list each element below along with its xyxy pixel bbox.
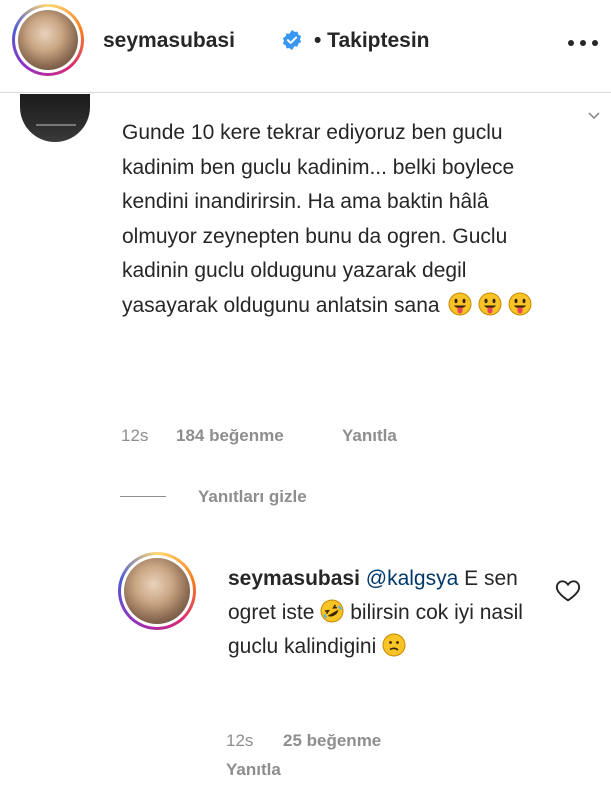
reply-text: seymasubasi @kalgsya E sen ogret iste bi… (228, 562, 548, 664)
tongue-out-emoji-icon (508, 292, 532, 315)
verified-badge-icon (282, 29, 302, 51)
follow-status: • Takiptesin (314, 29, 430, 52)
more-options-icon[interactable] (568, 40, 602, 48)
tongue-out-emoji-icon (478, 292, 502, 315)
reply-avatar[interactable] (118, 552, 196, 630)
comment-body: Gunde 10 kere tekrar ediyoruz ben guclu … (122, 121, 515, 317)
reply-reply-button[interactable]: Yanıtla (226, 760, 281, 780)
rolling-laughing-emoji-icon (320, 599, 344, 623)
comment-reply-button[interactable]: Yanıtla (342, 426, 397, 446)
reply-likes[interactable]: 25 beğenme (283, 731, 381, 751)
replies-divider (120, 496, 166, 497)
reply-mention[interactable]: @kalgsya (366, 567, 459, 590)
hide-replies-button[interactable]: Yanıtları gizle (198, 487, 307, 507)
reply-username[interactable]: seymasubasi (228, 567, 360, 590)
comment-likes[interactable]: 184 beğenme (176, 426, 284, 446)
profile-avatar[interactable] (12, 4, 84, 76)
confused-emoji-icon (382, 633, 406, 657)
commenter-avatar[interactable] (20, 94, 90, 142)
chevron-down-icon[interactable] (588, 112, 600, 120)
header-username[interactable]: seymasubasi (103, 29, 235, 53)
comment-time: 12s (121, 426, 149, 445)
tongue-out-emoji-icon (448, 292, 472, 315)
comment-text: Gunde 10 kere tekrar ediyoruz ben guclu … (122, 116, 552, 323)
reply-time: 12s (226, 731, 254, 750)
like-heart-icon[interactable] (555, 578, 581, 602)
post-header: seymasubasi • Takiptesin (0, 0, 611, 93)
